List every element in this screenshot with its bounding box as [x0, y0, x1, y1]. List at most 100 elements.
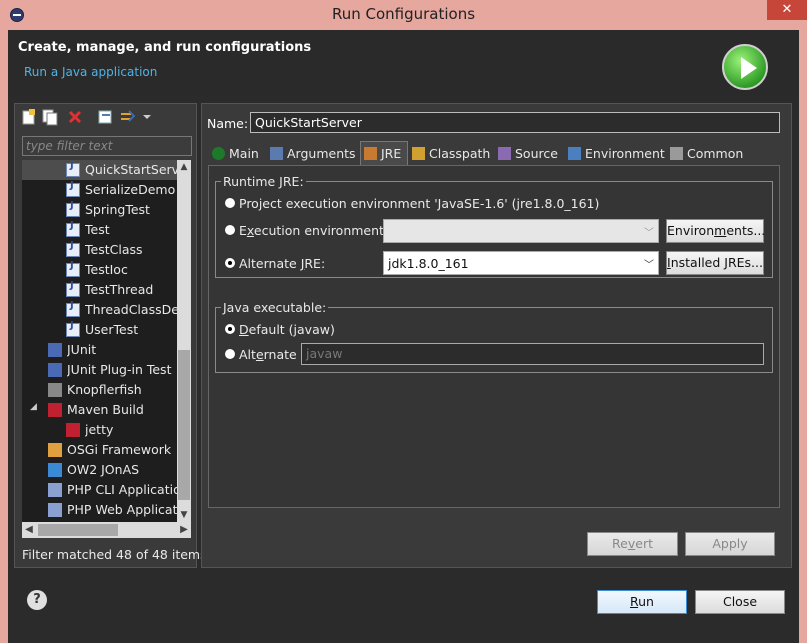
tree-item[interactable]: UserTest — [85, 320, 177, 340]
tab-label: Source — [515, 146, 558, 161]
header-subtitle: Run a Java application — [24, 65, 158, 79]
alternate-exec-input[interactable]: javaw — [301, 343, 764, 365]
window-title: Run Configurations — [331, 5, 476, 23]
tree-item[interactable]: Maven Build — [67, 400, 177, 420]
jre-icon — [364, 147, 377, 160]
php-web-icon — [48, 503, 62, 517]
java-app-icon — [66, 240, 80, 257]
tab-label: Environment — [585, 146, 665, 161]
filter-icon[interactable] — [121, 110, 136, 122]
tree-item[interactable]: ThreadClassDemo — [85, 300, 177, 320]
left-toolbar — [22, 109, 151, 126]
help-icon[interactable]: ? — [27, 590, 47, 610]
tree-item[interactable]: jetty — [85, 420, 177, 440]
tab-main[interactable]: Main — [212, 144, 259, 164]
tab-label: Common — [687, 146, 744, 161]
chevron-down-icon: ﹀ — [644, 228, 654, 239]
alternate-jre-radio[interactable] — [224, 257, 236, 269]
tab-common[interactable]: Common — [670, 144, 743, 164]
jonas-icon — [48, 463, 62, 477]
tab-label: Classpath — [429, 146, 491, 161]
tab-jre[interactable]: JRE — [364, 144, 401, 164]
java-app-icon — [66, 260, 80, 277]
java-app-icon — [66, 220, 80, 237]
tree-item[interactable]: TestThread — [85, 280, 177, 300]
filter-input[interactable]: type filter text — [22, 136, 192, 156]
java-exec-title: Java executable: — [221, 300, 329, 315]
tab-classpath[interactable]: Classpath — [412, 144, 490, 164]
java-app-icon — [66, 180, 80, 197]
classpath-icon — [412, 147, 425, 160]
tree-item[interactable]: Knopflerfish — [67, 380, 177, 400]
tree-item[interactable]: Test — [85, 220, 177, 240]
java-app-icon — [66, 320, 80, 337]
tab-arguments[interactable]: Arguments — [270, 144, 356, 164]
tree-hscroll-thumb[interactable] — [38, 524, 118, 536]
scroll-right-icon[interactable]: ▶ — [177, 522, 191, 538]
tree-scroll-thumb[interactable] — [178, 350, 190, 500]
scroll-down-icon[interactable]: ▼ — [177, 508, 191, 522]
runtime-jre-title: Runtime JRE: — [221, 174, 306, 189]
alternate-jre-label: Alternate JRE: — [239, 256, 326, 271]
tab-label: JRE — [381, 146, 402, 161]
scroll-left-icon[interactable]: ◀ — [22, 522, 36, 538]
duplicate-config-icon[interactable] — [42, 109, 58, 126]
project-env-label: Project execution environment 'JavaSE-1.… — [239, 196, 600, 211]
tree-item[interactable]: OW2 JOnAS — [67, 460, 177, 480]
alternate-jre-value: jdk1.8.0_161 — [388, 256, 469, 271]
alternate-jre-combo[interactable]: jdk1.8.0_161 ﹀ — [383, 251, 659, 275]
environment-icon — [568, 147, 581, 160]
chevron-down-icon[interactable] — [143, 115, 151, 119]
exec-env-radio[interactable] — [224, 224, 236, 236]
chevron-down-icon: ﹀ — [644, 260, 654, 271]
junit-plugin-icon — [48, 363, 62, 377]
close-window-button[interactable]: ✕ — [767, 0, 807, 20]
exec-env-combo[interactable]: ﹀ — [383, 219, 659, 243]
tab-source[interactable]: Source — [498, 144, 558, 164]
name-label: Name: — [207, 116, 249, 131]
maven-icon — [48, 403, 62, 417]
project-env-radio[interactable] — [224, 197, 236, 209]
common-icon — [670, 147, 683, 160]
installed-jres-button[interactable]: Installed JREs... — [666, 251, 764, 275]
java-app-icon — [66, 280, 80, 297]
tree-item[interactable]: PHP CLI Application — [67, 480, 177, 500]
tab-label: Main — [229, 146, 259, 161]
tree-item[interactable]: JUnit Plug-in Test — [67, 360, 177, 380]
default-exec-radio[interactable] — [224, 323, 236, 335]
delete-config-icon[interactable] — [68, 110, 82, 124]
header-title: Create, manage, and run configurations — [18, 40, 312, 55]
window-frame-left — [0, 30, 8, 643]
collapse-all-icon[interactable] — [98, 110, 112, 124]
tree-item[interactable]: TestIoc — [85, 260, 177, 280]
tree-item[interactable]: PHP Web Application — [67, 500, 177, 520]
knopflerfish-icon — [48, 383, 62, 397]
maven-icon — [66, 423, 80, 437]
new-config-icon[interactable] — [22, 109, 35, 125]
junit-icon — [48, 343, 62, 357]
expand-toggle-icon[interactable]: ◢ — [30, 402, 37, 412]
tree-item[interactable]: SerializeDemo — [85, 180, 177, 200]
tree-item[interactable]: JUnit — [67, 340, 177, 360]
java-app-icon — [66, 200, 80, 217]
exec-env-label: Execution environment: — [239, 223, 389, 238]
java-app-icon — [66, 300, 80, 317]
alternate-exec-label: Alternate — [239, 347, 297, 362]
osgi-icon — [48, 443, 62, 457]
tab-label: Arguments — [287, 146, 356, 161]
close-button[interactable]: Close — [695, 590, 785, 614]
tree-item[interactable]: TestClass — [85, 240, 177, 260]
environments-button[interactable]: Environments... — [666, 219, 765, 243]
run-button[interactable]: Run — [597, 590, 687, 614]
apply-button[interactable]: Apply — [685, 532, 775, 556]
alternate-exec-radio[interactable] — [224, 348, 236, 360]
tree-item[interactable]: QuickStartServer — [85, 160, 177, 180]
tab-environment[interactable]: Environment — [568, 144, 665, 164]
tree-item[interactable]: OSGi Framework — [67, 440, 177, 460]
scroll-up-icon[interactable]: ▲ — [177, 160, 191, 174]
config-name-input[interactable]: QuickStartServer — [250, 112, 780, 133]
php-icon — [48, 483, 62, 497]
revert-button[interactable]: Revert — [587, 532, 678, 556]
run-icon — [722, 44, 768, 90]
tree-item[interactable]: SpringTest — [85, 200, 177, 220]
